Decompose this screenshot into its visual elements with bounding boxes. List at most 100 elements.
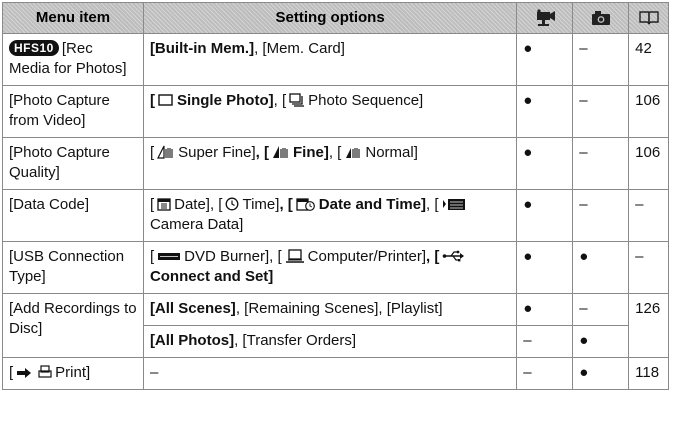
bracket-text: [: [9, 364, 14, 381]
photo-mode-cell: ●: [572, 357, 630, 390]
bracket-text: [: [149, 248, 155, 265]
bracket-text: , [: [279, 196, 293, 213]
available-dot-icon: ●: [579, 248, 589, 265]
option-text: Date]: [174, 196, 210, 213]
photo-mode-header: [572, 2, 630, 34]
date-and-time-icon: [296, 198, 315, 211]
menu-item-cell: [Add Recordings to Disc]: [2, 293, 144, 358]
bracket-text: [: [149, 92, 155, 109]
video-mode-cell: –: [516, 325, 574, 358]
print-icon: [38, 365, 52, 378]
table-row: [Photo Capture Quality] [Super Fine], [F…: [2, 137, 669, 190]
page-reference-cell: –: [628, 241, 669, 294]
table-header-row: Menu item Setting options: [2, 2, 669, 34]
bracket-text: , [: [255, 144, 269, 161]
default-option: Date and Time]: [318, 196, 427, 213]
photo-mode-cell: ●: [572, 241, 630, 294]
menu-item-label: Print]: [55, 364, 91, 381]
default-option: [Built-in Mem.]: [149, 40, 255, 57]
bracket-text: , [: [426, 248, 440, 265]
photo-mode-cell: ●: [572, 325, 630, 358]
usb-icon: [443, 250, 465, 262]
page-reference-cell: 42: [628, 33, 669, 86]
option-text: Computer/Printer]: [307, 248, 427, 265]
page-reference-header: [628, 2, 669, 34]
table-row: [Photo Capture from Video] [Single Photo…: [2, 85, 669, 138]
available-dot-icon: ●: [523, 196, 533, 213]
still-camera-icon: [591, 11, 610, 26]
setting-options-cell: [All Photos], [Transfer Orders]: [142, 325, 518, 358]
option-text: , [Remaining Scenes], [Playlist]: [235, 300, 443, 317]
computer-printer-icon: [285, 249, 304, 263]
unavailable-dash: –: [579, 40, 588, 57]
menu-item-cell: [Photo Capture Quality]: [2, 137, 144, 190]
bracket-text: , [: [328, 144, 342, 161]
unavailable-dash: –: [579, 196, 588, 213]
normal-quality-icon: [346, 148, 360, 158]
fine-quality-icon: [273, 146, 288, 158]
table-row: [Data Code] [Date], [Time], [Date and Ti…: [2, 189, 669, 242]
table-row: [USB Connection Type] [ DVD Burner] , [Com…: [2, 241, 669, 294]
bracket-text: [: [149, 144, 155, 161]
menu-item-header: Menu item: [2, 2, 144, 34]
available-dot-icon: ●: [579, 364, 589, 381]
photo-mode-cell: –: [572, 293, 630, 326]
super-fine-quality-icon: [157, 145, 173, 159]
single-photo-icon: [158, 94, 173, 106]
setting-options-header: Setting options: [142, 2, 518, 34]
photo-mode-cell: –: [572, 189, 630, 242]
menu-settings-table: Menu item Setting options HFS10 [Rec Med…: [2, 2, 669, 390]
table-row: [Print] – – ● 118: [2, 357, 669, 390]
default-option: Fine]: [293, 144, 329, 161]
available-dot-icon: ●: [523, 92, 533, 109]
bracket-text: [: [149, 196, 155, 213]
option-text: , [Mem. Card]: [254, 40, 345, 57]
option-text: Time]: [242, 196, 280, 213]
default-option: Single Photo]: [176, 92, 274, 109]
unavailable-dash: –: [579, 92, 588, 109]
table-row: [Add Recordings to Disc] [All Scenes], […: [2, 293, 669, 358]
date-icon: [157, 198, 171, 211]
available-dot-icon: ●: [523, 300, 533, 317]
default-option: [All Photos]: [149, 332, 235, 349]
book-icon: [638, 11, 659, 25]
bracket-text: , [: [426, 196, 439, 213]
page-reference-cell: 106: [628, 85, 669, 138]
option-text: Camera Data]: [149, 216, 244, 233]
setting-options-cell: [Built-in Mem.], [Mem. Card]: [142, 33, 518, 86]
unavailable-dash: –: [579, 144, 588, 161]
option-text: Normal]: [365, 144, 418, 161]
video-mode-cell: ●: [516, 189, 574, 242]
option-text: DVD Burner]: [184, 248, 270, 265]
dvd-burner-icon: [158, 253, 181, 260]
menu-item-cell: [USB Connection Type]: [2, 241, 144, 294]
model-badge: HFS10: [9, 40, 59, 56]
photo-mode-cell: –: [572, 33, 630, 86]
table-row: HFS10 [Rec Media for Photos] [Built-in Me…: [2, 33, 669, 86]
page-reference-cell: 106: [628, 137, 669, 190]
available-dot-icon: ●: [523, 248, 533, 265]
page-reference-cell: 126: [628, 293, 669, 358]
photo-mode-cell: –: [572, 137, 630, 190]
option-text: Photo Sequence]: [308, 92, 424, 109]
bracket-text: , [: [209, 196, 223, 213]
video-mode-cell: –: [516, 357, 574, 390]
menu-item-cell: [Data Code]: [2, 189, 144, 242]
time-icon: [226, 197, 239, 211]
video-mode-cell: ●: [516, 137, 574, 190]
available-dot-icon: ●: [579, 332, 589, 349]
video-camera-icon: [536, 9, 555, 27]
photo-sequence-icon: [289, 93, 305, 107]
available-dot-icon: ●: [523, 40, 533, 57]
unavailable-dash: –: [523, 332, 532, 349]
video-mode-cell: ●: [516, 33, 574, 86]
setting-options-cell: [DVD Burner], [Computer/Printer], [Conne…: [142, 241, 518, 294]
unavailable-dash: –: [579, 300, 588, 317]
setting-options-cell: [Single Photo], [Photo Sequence]: [142, 85, 518, 138]
video-mode-cell: ●: [516, 85, 574, 138]
setting-options-cell: [Date], [Time], [Date and Time], [Camera…: [142, 189, 518, 242]
photo-mode-cell: –: [572, 85, 630, 138]
default-option: Connect and Set]: [149, 268, 274, 285]
setting-options-cell: –: [142, 357, 518, 390]
setting-options-cell: [All Scenes], [Remaining Scenes], [Playl…: [142, 293, 518, 326]
